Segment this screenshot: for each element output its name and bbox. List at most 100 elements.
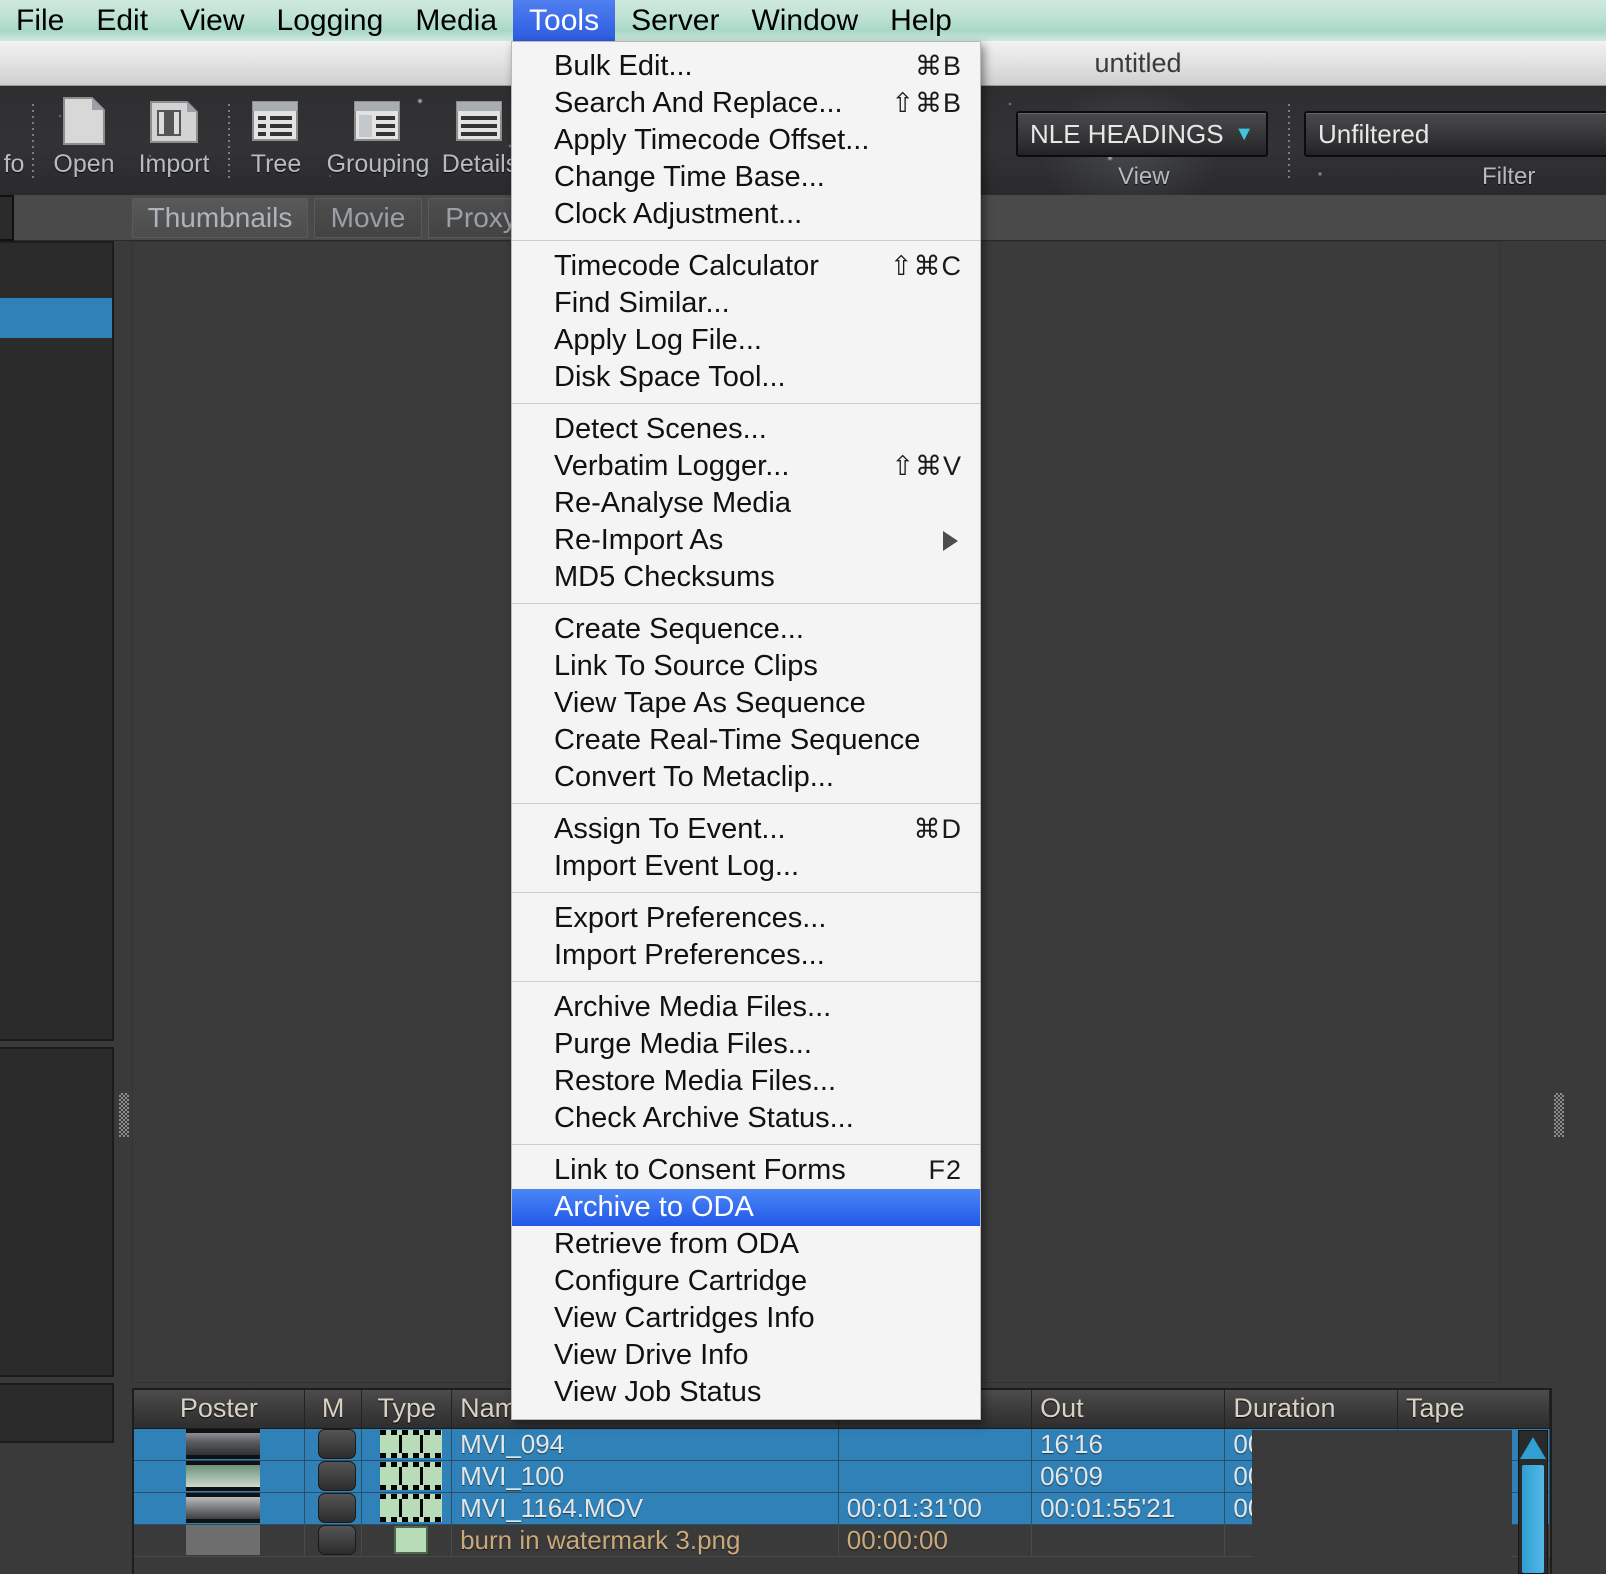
menu-item-link-to-source-clips[interactable]: Link To Source Clips [512,648,980,685]
column-header-tape[interactable]: Tape [1398,1390,1550,1428]
menu-item-link-to-consent-forms[interactable]: Link to Consent Forms F2 [512,1152,980,1189]
media-status-button[interactable] [318,1461,356,1491]
cell-m[interactable] [304,1524,362,1556]
tools-dropdown-menu[interactable]: Bulk Edit... ⌘B Search And Replace... ⇧⌘… [511,41,981,1420]
cell-poster[interactable] [134,1428,304,1460]
menu-view[interactable]: View [164,0,260,41]
menu-item-configure-cartridge[interactable]: Configure Cartridge [512,1263,980,1300]
media-status-button[interactable] [318,1525,356,1555]
menu-item-archive-to-oda[interactable]: Archive to ODA [512,1189,980,1226]
menu-item-apply-timecode-offset[interactable]: Apply Timecode Offset... [512,122,980,159]
menu-item-archive-media-files[interactable]: Archive Media Files... [512,989,980,1026]
toolbar-button-grouping[interactable]: Grouping [330,94,426,190]
cell-in[interactable] [838,1460,1031,1492]
column-header-out[interactable]: Out [1032,1390,1225,1428]
tab-thumbnails[interactable]: Thumbnails [132,198,308,238]
cell-in[interactable] [838,1428,1031,1460]
menu-item-search-and-replace[interactable]: Search And Replace... ⇧⌘B [512,85,980,122]
filter-value: Unfiltered [1318,119,1600,150]
menu-item-view-drive-info[interactable]: View Drive Info [512,1337,980,1374]
menu-media[interactable]: Media [399,0,513,41]
menu-item-view-job-status[interactable]: View Job Status [512,1374,980,1411]
clip-table-scrollbar[interactable] [1518,1430,1548,1574]
scroll-thumb[interactable] [1522,1465,1544,1573]
cell-name[interactable]: burn in watermark 3.png [452,1524,839,1556]
menu-item-purge-media-files[interactable]: Purge Media Files... [512,1026,980,1063]
splitter-grip-right[interactable] [1554,1093,1564,1137]
cell-out[interactable] [1032,1524,1225,1556]
toolbar-button-open[interactable]: Open [36,94,132,190]
menu-item-label: Bulk Edit... [554,50,693,83]
menu-item-re-analyse-media[interactable]: Re-Analyse Media [512,485,980,522]
sidebar-selected-item[interactable] [0,298,112,338]
toolbar-button-tree[interactable]: Tree [228,94,324,190]
tab-movie[interactable]: Movie [314,198,422,238]
sidebar-panel-footer[interactable] [0,1383,114,1443]
menu-item-detect-scenes[interactable]: Detect Scenes... [512,411,980,448]
cell-in[interactable]: 00:01:31'00 [838,1492,1031,1524]
toolbar-button-tree-label: Tree [251,150,301,179]
column-header-m[interactable]: M [304,1390,362,1428]
cell-m[interactable] [304,1460,362,1492]
search-input[interactable] [0,195,14,241]
menu-item-label: Apply Timecode Offset... [554,124,869,157]
menu-item-restore-media-files[interactable]: Restore Media Files... [512,1063,980,1100]
menu-item-find-similar[interactable]: Find Similar... [512,285,980,322]
menu-logging[interactable]: Logging [261,0,400,41]
menu-item-view-cartridges-info[interactable]: View Cartridges Info [512,1300,980,1337]
menu-item-view-tape-as-sequence[interactable]: View Tape As Sequence [512,685,980,722]
sidebar-panel-lower[interactable] [0,1047,114,1377]
cell-m[interactable] [304,1492,362,1524]
cell-poster[interactable] [134,1492,304,1524]
menu-item-check-archive-status[interactable]: Check Archive Status... [512,1100,980,1137]
cell-in[interactable]: 00:00:00 [838,1524,1031,1556]
menu-item-verbatim-logger[interactable]: Verbatim Logger... ⇧⌘V [512,448,980,485]
scroll-up-arrow-icon[interactable] [1520,1437,1546,1459]
menu-item-re-import-as[interactable]: Re-Import As [512,522,980,559]
cell-name[interactable]: MVI_100 [452,1460,839,1492]
menu-item-md5-checksums[interactable]: MD5 Checksums [512,559,980,596]
menu-item-retrieve-from-oda[interactable]: Retrieve from ODA [512,1226,980,1263]
menu-item-change-time-base[interactable]: Change Time Base... [512,159,980,196]
cell-poster[interactable] [134,1460,304,1492]
media-status-button[interactable] [318,1493,356,1523]
view-headings-combo[interactable]: NLE HEADINGS ▼ [1016,111,1268,157]
cell-out[interactable]: 06'09 [1032,1460,1225,1492]
column-header-type[interactable]: Type [362,1390,452,1428]
cell-name[interactable]: MVI_094 [452,1428,839,1460]
column-header-duration[interactable]: Duration [1225,1390,1398,1428]
menu-server[interactable]: Server [615,0,735,41]
menu-item-assign-to-event[interactable]: Assign To Event... ⌘D [512,811,980,848]
menu-help[interactable]: Help [874,0,968,41]
column-header-poster[interactable]: Poster [134,1390,304,1428]
filter-combo[interactable]: Unfiltered [1304,111,1606,157]
menu-item-label: Change Time Base... [554,161,825,194]
menu-window[interactable]: Window [735,0,874,41]
menu-item-create-sequence[interactable]: Create Sequence... [512,611,980,648]
media-status-button[interactable] [318,1429,356,1459]
menu-item-convert-to-metaclip[interactable]: Convert To Metaclip... [512,759,980,796]
splitter-grip-left[interactable] [119,1093,129,1137]
cell-out[interactable]: 00:01:55'21 [1032,1492,1225,1524]
toolbar-button-import[interactable]: Import [126,94,222,190]
cell-out[interactable]: 16'16 [1032,1428,1225,1460]
menu-item-apply-log-file[interactable]: Apply Log File... [512,322,980,359]
menu-edit[interactable]: Edit [80,0,164,41]
menu-item-export-preferences[interactable]: Export Preferences... [512,900,980,937]
menu-item-timecode-calculator[interactable]: Timecode Calculator ⇧⌘C [512,248,980,285]
cell-type [362,1524,452,1556]
menu-item-import-preferences[interactable]: Import Preferences... [512,937,980,974]
menu-item-bulk-edit[interactable]: Bulk Edit... ⌘B [512,48,980,85]
menu-item-label: Clock Adjustment... [554,198,802,231]
sidebar-panel-bins[interactable] [0,241,114,1041]
cell-m[interactable] [304,1428,362,1460]
menu-item-create-real-time-sequence[interactable]: Create Real-Time Sequence [512,722,980,759]
cell-poster[interactable] [134,1524,304,1556]
menu-item-clock-adjustment[interactable]: Clock Adjustment... [512,196,980,233]
menu-file[interactable]: File [0,0,80,41]
menu-item-disk-space-tool[interactable]: Disk Space Tool... [512,359,980,396]
menu-item-label: Re-Analyse Media [554,487,791,520]
menu-item-import-event-log[interactable]: Import Event Log... [512,848,980,885]
menu-tools[interactable]: Tools [513,0,615,41]
cell-name[interactable]: MVI_1164.MOV [452,1492,839,1524]
